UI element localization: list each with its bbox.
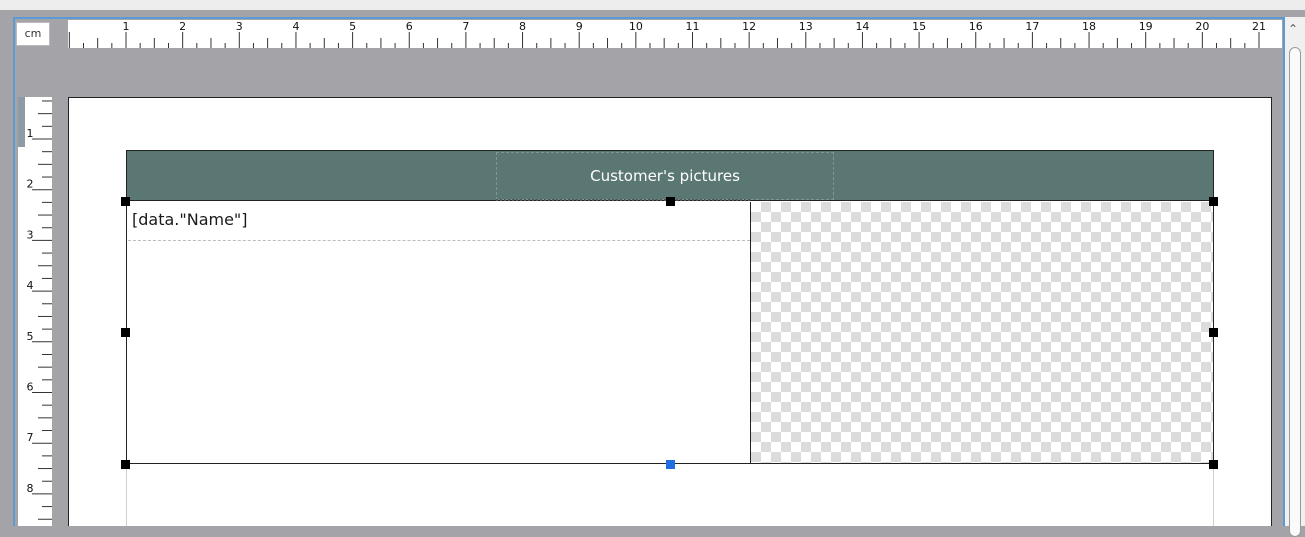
resize-handle-bottom-left[interactable] — [121, 460, 130, 469]
ruler-label-19: 19 — [1139, 20, 1153, 33]
ruler-label-6: 6 — [27, 381, 34, 394]
window-top-strip — [0, 0, 1305, 10]
picture-object[interactable] — [750, 202, 1213, 463]
ruler-label-3: 3 — [27, 228, 34, 241]
ruler-label-16: 16 — [969, 20, 983, 33]
ruler-label-7: 7 — [27, 431, 34, 444]
ruler-label-20: 20 — [1195, 20, 1209, 33]
resize-handle-bottom-right[interactable] — [1209, 460, 1218, 469]
ruler-label-18: 18 — [1082, 20, 1096, 33]
ruler-label-6: 6 — [406, 20, 413, 33]
vertical-ruler-margin-shade — [18, 97, 25, 147]
resize-handle-top-left[interactable] — [121, 197, 130, 206]
ruler-label-2: 2 — [179, 20, 186, 33]
ruler-label-14: 14 — [855, 20, 869, 33]
resize-handle-top-center[interactable] — [666, 197, 675, 206]
horizontal-ruler-ticks: 1 2 3 4 5 6 7 8 9 10 11 12 13 14 15 16 17 18 19 20 21 — [68, 20, 1266, 48]
ruler-label-15: 15 — [912, 20, 926, 33]
ruler-label-3: 3 — [236, 20, 243, 33]
resize-handle-bottom-center[interactable] — [666, 460, 675, 469]
ruler-label-4: 4 — [292, 20, 299, 33]
ruler-label-11: 11 — [686, 20, 700, 33]
ruler-unit-button[interactable]: cm — [16, 22, 50, 46]
vertical-scrollbar[interactable]: ⌃ — [1285, 17, 1305, 537]
header-title[interactable]: Customer's pictures — [496, 152, 834, 200]
ruler-label-8: 8 — [519, 20, 526, 33]
ruler-label-17: 17 — [1025, 20, 1039, 33]
ruler-label-12: 12 — [742, 20, 756, 33]
ruler-label-7: 7 — [462, 20, 469, 33]
chevron-up-icon[interactable]: ⌃ — [1288, 23, 1298, 35]
ruler-label-13: 13 — [799, 20, 813, 33]
page-margin-guide-right — [1213, 460, 1214, 526]
name-field-text[interactable]: [data."Name"] — [132, 210, 248, 229]
ruler-label-4: 4 — [27, 279, 34, 292]
ruler-label-5: 5 — [349, 20, 356, 33]
ruler-label-9: 9 — [576, 20, 583, 33]
vertical-ruler-ticks: 1 2 3 4 5 6 7 8 — [27, 100, 52, 520]
ruler-label-8: 8 — [27, 482, 34, 495]
ruler-label-10: 10 — [629, 20, 643, 33]
ruler-label-1: 1 — [27, 127, 34, 140]
scrollbar-thumb[interactable] — [1289, 47, 1301, 537]
ruler-label-21: 21 — [1252, 20, 1266, 33]
horizontal-ruler: 1 2 3 4 5 6 7 8 9 10 11 12 13 14 15 16 17 18 19 20 21 — [68, 20, 1282, 48]
ruler-label-5: 5 — [27, 330, 34, 343]
ruler-label-1: 1 — [123, 20, 130, 33]
page-margin-guide-left — [126, 460, 127, 526]
resize-handle-top-right[interactable] — [1209, 197, 1218, 206]
ruler-label-2: 2 — [27, 178, 34, 191]
resize-handle-middle-right[interactable] — [1209, 328, 1218, 337]
vertical-ruler: 1 2 3 4 5 6 7 8 — [18, 97, 52, 526]
resize-handle-middle-left[interactable] — [121, 328, 130, 337]
